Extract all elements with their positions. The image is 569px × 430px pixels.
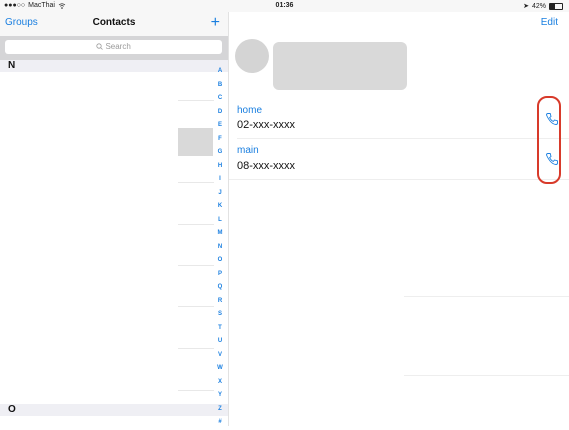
index-letter[interactable]: R xyxy=(214,295,226,309)
index-letter[interactable]: S xyxy=(214,308,226,322)
contacts-title: Contacts xyxy=(92,17,136,28)
edit-button[interactable]: Edit xyxy=(541,17,558,28)
index-letter[interactable]: B xyxy=(214,79,226,93)
row-separator xyxy=(178,224,214,225)
section-index[interactable]: A B C D E F G H I J K L M N O P Q R S T … xyxy=(214,65,226,430)
index-letter[interactable]: L xyxy=(214,214,226,228)
phone-number-home[interactable]: 02-xxx-xxxx xyxy=(237,119,295,131)
index-letter[interactable]: F xyxy=(214,133,226,147)
phone-label-main: main xyxy=(237,145,259,156)
search-icon xyxy=(96,43,103,50)
index-letter[interactable]: # xyxy=(214,416,226,430)
phone-label-home: home xyxy=(237,105,263,116)
search-placeholder: Search xyxy=(105,42,131,51)
battery-icon xyxy=(549,2,563,10)
row-separator xyxy=(178,390,214,391)
section-header-n: N xyxy=(0,60,228,72)
index-letter[interactable]: P xyxy=(214,268,226,282)
index-letter[interactable]: X xyxy=(214,376,226,390)
index-letter[interactable]: E xyxy=(214,119,226,133)
search-bar: Search xyxy=(0,36,228,60)
row-separator xyxy=(178,306,214,307)
index-letter[interactable]: I xyxy=(214,173,226,187)
avatar xyxy=(235,39,269,73)
index-letter[interactable]: C xyxy=(214,92,226,106)
battery-percent: 42% xyxy=(531,2,546,10)
index-letter[interactable]: A xyxy=(214,65,226,79)
contacts-navbar: Groups Contacts + xyxy=(0,12,228,36)
row-separator xyxy=(178,100,214,101)
row-separator xyxy=(178,348,214,349)
divider xyxy=(237,138,569,139)
index-letter[interactable]: M xyxy=(214,227,226,241)
section-header-o: O xyxy=(0,404,228,416)
search-input[interactable]: Search xyxy=(5,40,222,54)
index-letter[interactable]: N xyxy=(214,241,226,255)
status-right: ➤ 42% xyxy=(523,2,563,10)
row-separator xyxy=(178,182,214,183)
index-letter[interactable]: Z xyxy=(214,403,226,417)
call-icons-highlight xyxy=(537,96,561,184)
index-letter[interactable]: Q xyxy=(214,281,226,295)
divider xyxy=(229,179,569,180)
index-letter[interactable]: J xyxy=(214,187,226,201)
phone-number-main[interactable]: 08-xxx-xxxx xyxy=(237,160,295,172)
selected-contact-row[interactable] xyxy=(178,128,213,156)
index-letter[interactable]: K xyxy=(214,200,226,214)
index-letter[interactable]: O xyxy=(214,254,226,268)
add-contact-button[interactable]: + xyxy=(211,12,220,34)
index-letter[interactable]: W xyxy=(214,362,226,376)
index-letter[interactable]: V xyxy=(214,349,226,363)
row-separator xyxy=(178,265,214,266)
divider xyxy=(404,296,569,297)
status-time: 01:36 xyxy=(275,2,294,9)
index-letter[interactable]: D xyxy=(214,106,226,120)
contact-name-redacted xyxy=(273,42,407,90)
index-letter[interactable]: G xyxy=(214,146,226,160)
index-letter[interactable]: H xyxy=(214,160,226,174)
contacts-list-pane: Groups Contacts + Search N O A B C D E F… xyxy=(0,12,229,426)
contact-detail-pane: Edit home 02-xxx-xxxx main 08-xxx-xxxx xyxy=(229,12,569,426)
status-bar: ●●●○○ MacThai 01:36 ➤ 42% xyxy=(0,0,569,12)
divider xyxy=(404,375,569,376)
location-icon: ➤ xyxy=(523,3,529,10)
index-letter[interactable]: Y xyxy=(214,389,226,403)
index-letter[interactable]: T xyxy=(214,322,226,336)
index-letter[interactable]: U xyxy=(214,335,226,349)
